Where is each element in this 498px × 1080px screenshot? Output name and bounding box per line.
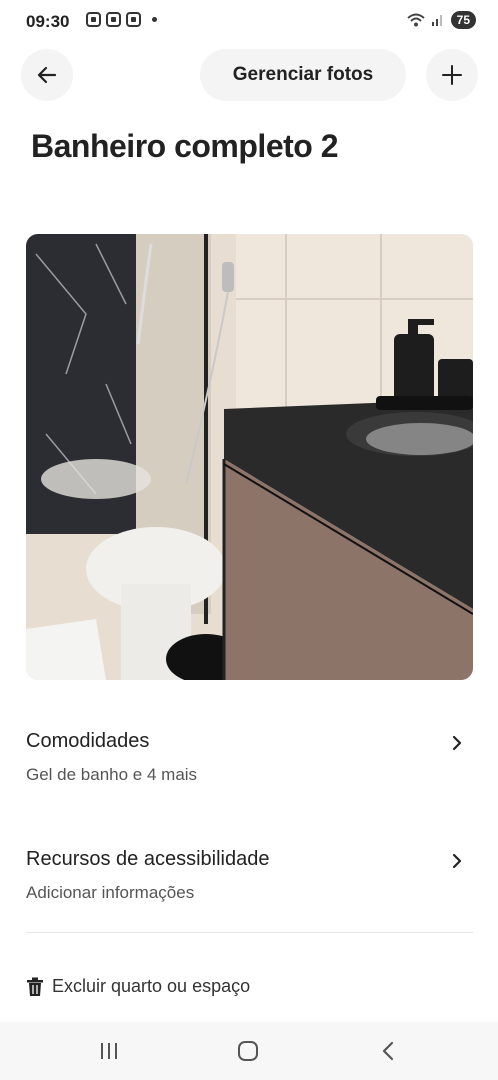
chevron-left-icon — [382, 1041, 394, 1061]
manage-photos-button[interactable]: Gerenciar fotos — [200, 49, 406, 101]
amenities-title: Comodidades — [26, 730, 150, 752]
notification-icons — [86, 12, 157, 27]
status-right: 75 — [406, 11, 476, 29]
accessibility-subtitle: Adicionar informações — [26, 883, 195, 902]
back-button[interactable] — [21, 49, 73, 101]
amenities-subtitle: Gel de banho e 4 mais — [26, 765, 198, 784]
arrow-left-icon — [37, 66, 57, 84]
home-icon — [238, 1041, 258, 1061]
wifi-icon — [406, 13, 425, 27]
system-back-button[interactable] — [373, 1036, 403, 1066]
trash-icon — [27, 977, 43, 996]
home-button[interactable] — [233, 1036, 263, 1066]
divider — [26, 932, 473, 933]
recent-apps-button[interactable] — [94, 1036, 124, 1066]
chevron-right-icon — [452, 735, 462, 751]
page-title: Banheiro completo 2 — [31, 128, 339, 164]
system-nav-bar — [0, 1022, 498, 1080]
signal-icon — [431, 15, 442, 26]
accessibility-row[interactable]: Recursos de acessibilidade Adicionar inf… — [26, 848, 473, 903]
plus-icon — [442, 65, 462, 85]
delete-room-button[interactable]: Excluir quarto ou espaço — [26, 976, 250, 997]
chevron-right-icon — [452, 853, 462, 869]
screenshot-notification-icon — [126, 12, 141, 27]
status-bar: 09:30 75 — [0, 0, 498, 44]
app-notification-icon — [106, 12, 121, 27]
add-button[interactable] — [426, 49, 478, 101]
recent-apps-icon — [101, 1043, 117, 1059]
status-time: 09:30 — [26, 12, 70, 31]
battery-indicator: 75 — [450, 11, 476, 29]
delete-room-label: Excluir quarto ou espaço — [52, 976, 251, 996]
bathroom-photo-illustration — [26, 234, 473, 680]
room-photo[interactable] — [26, 234, 473, 680]
more-notifications-icon — [152, 17, 157, 22]
screenshot-notification-icon — [86, 12, 101, 27]
amenities-row[interactable]: Comodidades Gel de banho e 4 mais — [26, 730, 473, 785]
accessibility-title: Recursos de acessibilidade — [26, 848, 270, 870]
